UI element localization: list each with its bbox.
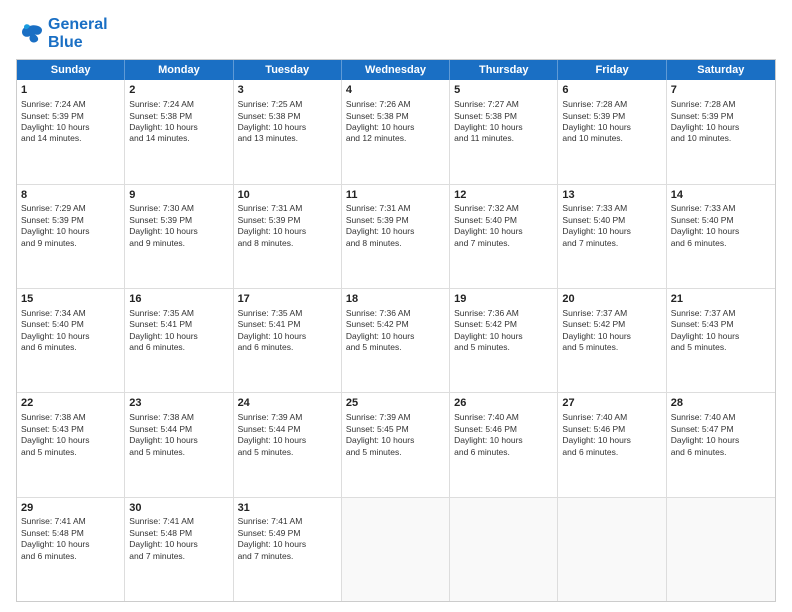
day-header-saturday: Saturday: [667, 60, 775, 80]
day-num: 20: [562, 292, 661, 307]
day-header-wednesday: Wednesday: [342, 60, 450, 80]
day-num: 18: [346, 292, 445, 307]
day-num: 27: [562, 396, 661, 411]
cal-day-28: 28Sunrise: 7:40 AMSunset: 5:47 PMDayligh…: [667, 393, 775, 496]
day-num: 2: [129, 83, 228, 98]
cal-day-26: 26Sunrise: 7:40 AMSunset: 5:46 PMDayligh…: [450, 393, 558, 496]
day-num: 4: [346, 83, 445, 98]
day-num: 26: [454, 396, 553, 411]
calendar-week-1: 1Sunrise: 7:24 AMSunset: 5:39 PMDaylight…: [17, 80, 775, 183]
cal-day-18: 18Sunrise: 7:36 AMSunset: 5:42 PMDayligh…: [342, 289, 450, 392]
day-num: 29: [21, 501, 120, 516]
cal-day-10: 10Sunrise: 7:31 AMSunset: 5:39 PMDayligh…: [234, 185, 342, 288]
cal-day-13: 13Sunrise: 7:33 AMSunset: 5:40 PMDayligh…: [558, 185, 666, 288]
cal-day-6: 6Sunrise: 7:28 AMSunset: 5:39 PMDaylight…: [558, 80, 666, 183]
day-num: 9: [129, 188, 228, 203]
day-num: 15: [21, 292, 120, 307]
cal-day-19: 19Sunrise: 7:36 AMSunset: 5:42 PMDayligh…: [450, 289, 558, 392]
day-num: 10: [238, 188, 337, 203]
day-header-friday: Friday: [558, 60, 666, 80]
cal-day-22: 22Sunrise: 7:38 AMSunset: 5:43 PMDayligh…: [17, 393, 125, 496]
cal-day-16: 16Sunrise: 7:35 AMSunset: 5:41 PMDayligh…: [125, 289, 233, 392]
calendar: SundayMondayTuesdayWednesdayThursdayFrid…: [16, 59, 776, 602]
cal-day-30: 30Sunrise: 7:41 AMSunset: 5:48 PMDayligh…: [125, 498, 233, 601]
cal-day-25: 25Sunrise: 7:39 AMSunset: 5:45 PMDayligh…: [342, 393, 450, 496]
cal-day-27: 27Sunrise: 7:40 AMSunset: 5:46 PMDayligh…: [558, 393, 666, 496]
day-num: 11: [346, 188, 445, 203]
cal-day-11: 11Sunrise: 7:31 AMSunset: 5:39 PMDayligh…: [342, 185, 450, 288]
cal-day-20: 20Sunrise: 7:37 AMSunset: 5:42 PMDayligh…: [558, 289, 666, 392]
calendar-week-5: 29Sunrise: 7:41 AMSunset: 5:48 PMDayligh…: [17, 497, 775, 601]
day-num: 5: [454, 83, 553, 98]
day-num: 25: [346, 396, 445, 411]
logo-icon: [16, 22, 44, 46]
day-header-monday: Monday: [125, 60, 233, 80]
day-num: 7: [671, 83, 771, 98]
cal-day-empty-w4-4: [450, 498, 558, 601]
day-num: 30: [129, 501, 228, 516]
cal-day-14: 14Sunrise: 7:33 AMSunset: 5:40 PMDayligh…: [667, 185, 775, 288]
cal-day-1: 1Sunrise: 7:24 AMSunset: 5:39 PMDaylight…: [17, 80, 125, 183]
cal-day-5: 5Sunrise: 7:27 AMSunset: 5:38 PMDaylight…: [450, 80, 558, 183]
day-num: 31: [238, 501, 337, 516]
cal-day-17: 17Sunrise: 7:35 AMSunset: 5:41 PMDayligh…: [234, 289, 342, 392]
calendar-week-3: 15Sunrise: 7:34 AMSunset: 5:40 PMDayligh…: [17, 288, 775, 392]
logo: General Blue: [16, 16, 108, 51]
day-num: 24: [238, 396, 337, 411]
calendar-body: 1Sunrise: 7:24 AMSunset: 5:39 PMDaylight…: [17, 80, 775, 601]
cal-day-29: 29Sunrise: 7:41 AMSunset: 5:48 PMDayligh…: [17, 498, 125, 601]
cal-day-empty-w4-3: [342, 498, 450, 601]
cal-day-24: 24Sunrise: 7:39 AMSunset: 5:44 PMDayligh…: [234, 393, 342, 496]
day-num: 3: [238, 83, 337, 98]
day-num: 23: [129, 396, 228, 411]
cal-day-8: 8Sunrise: 7:29 AMSunset: 5:39 PMDaylight…: [17, 185, 125, 288]
cal-day-empty-w4-5: [558, 498, 666, 601]
day-num: 8: [21, 188, 120, 203]
cal-day-9: 9Sunrise: 7:30 AMSunset: 5:39 PMDaylight…: [125, 185, 233, 288]
day-num: 16: [129, 292, 228, 307]
day-num: 22: [21, 396, 120, 411]
calendar-week-2: 8Sunrise: 7:29 AMSunset: 5:39 PMDaylight…: [17, 184, 775, 288]
cal-day-15: 15Sunrise: 7:34 AMSunset: 5:40 PMDayligh…: [17, 289, 125, 392]
logo-text: General Blue: [48, 16, 108, 51]
cal-day-23: 23Sunrise: 7:38 AMSunset: 5:44 PMDayligh…: [125, 393, 233, 496]
header: General Blue: [16, 16, 776, 51]
day-num: 13: [562, 188, 661, 203]
cal-day-empty-w4-6: [667, 498, 775, 601]
day-header-sunday: Sunday: [17, 60, 125, 80]
cal-day-3: 3Sunrise: 7:25 AMSunset: 5:38 PMDaylight…: [234, 80, 342, 183]
day-num: 1: [21, 83, 120, 98]
day-header-tuesday: Tuesday: [234, 60, 342, 80]
day-num: 28: [671, 396, 771, 411]
cal-day-21: 21Sunrise: 7:37 AMSunset: 5:43 PMDayligh…: [667, 289, 775, 392]
day-num: 21: [671, 292, 771, 307]
day-num: 12: [454, 188, 553, 203]
cal-day-31: 31Sunrise: 7:41 AMSunset: 5:49 PMDayligh…: [234, 498, 342, 601]
day-num: 19: [454, 292, 553, 307]
day-num: 17: [238, 292, 337, 307]
calendar-week-4: 22Sunrise: 7:38 AMSunset: 5:43 PMDayligh…: [17, 392, 775, 496]
cal-day-2: 2Sunrise: 7:24 AMSunset: 5:38 PMDaylight…: [125, 80, 233, 183]
day-num: 14: [671, 188, 771, 203]
calendar-header: SundayMondayTuesdayWednesdayThursdayFrid…: [17, 60, 775, 80]
day-num: 6: [562, 83, 661, 98]
cal-day-4: 4Sunrise: 7:26 AMSunset: 5:38 PMDaylight…: [342, 80, 450, 183]
cal-day-12: 12Sunrise: 7:32 AMSunset: 5:40 PMDayligh…: [450, 185, 558, 288]
day-header-thursday: Thursday: [450, 60, 558, 80]
cal-day-7: 7Sunrise: 7:28 AMSunset: 5:39 PMDaylight…: [667, 80, 775, 183]
page: General Blue SundayMondayTuesdayWednesda…: [0, 0, 792, 612]
